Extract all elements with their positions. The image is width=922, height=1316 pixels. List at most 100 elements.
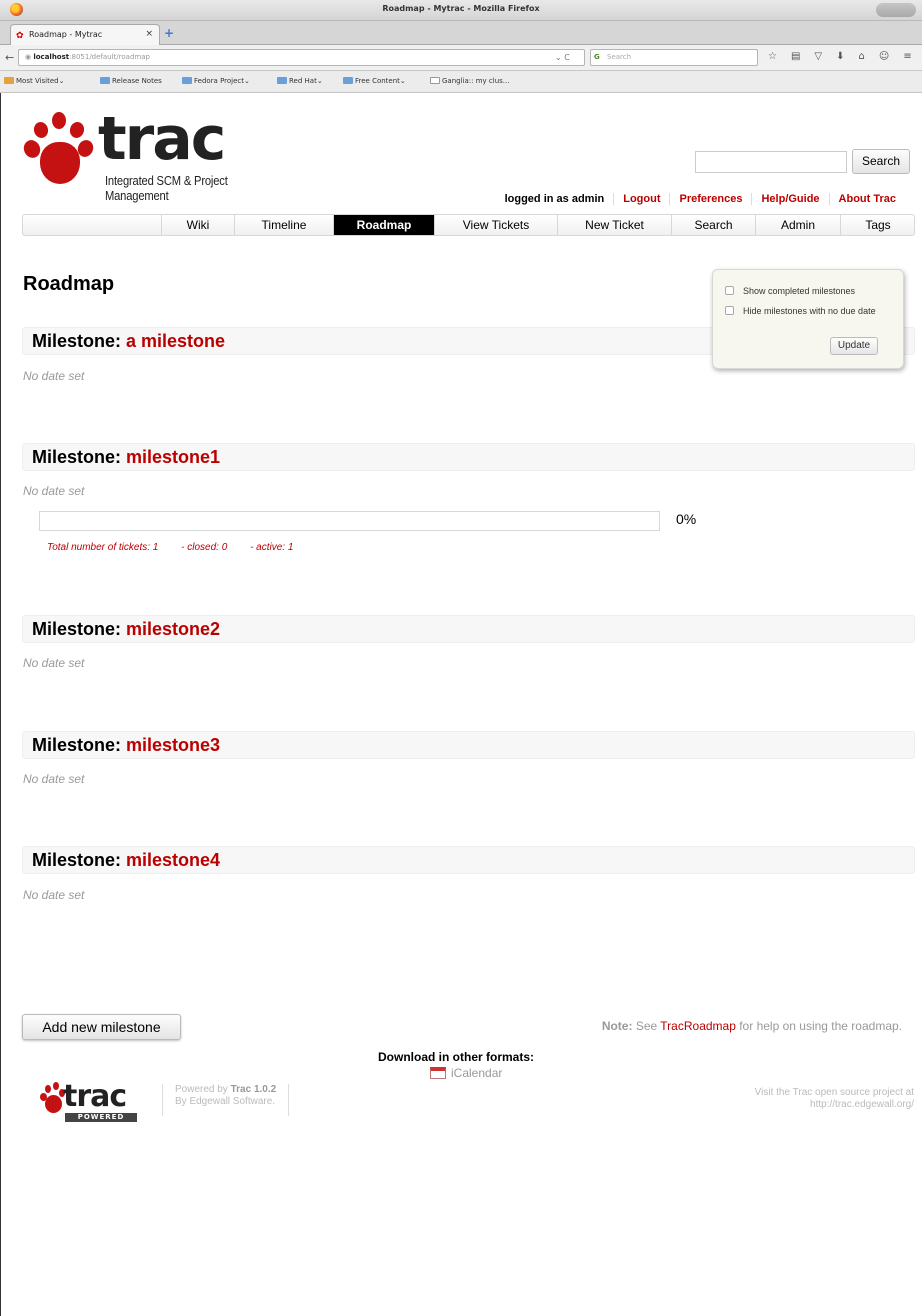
fedora-icon (100, 77, 110, 84)
tab-roadmap[interactable]: Roadmap (333, 215, 434, 235)
progress-percent: 0% (676, 511, 697, 527)
milestone-link[interactable]: milestone2 (126, 619, 220, 639)
menu-icon[interactable]: ≡ (903, 51, 911, 62)
milestone-header: Milestone: milestone3 (22, 731, 915, 759)
milestone-progress-bar[interactable] (39, 511, 660, 531)
help-note: Note: See TracRoadmap for help on using … (601, 1019, 902, 1033)
milestone-prefix: Milestone: (32, 735, 127, 755)
milestone-date: No date set (23, 484, 85, 498)
hide-no-due-option[interactable]: Hide milestones with no due date (725, 306, 876, 316)
milestone-date: No date set (23, 888, 85, 902)
logged-in-as: logged in as admin (504, 193, 605, 205)
browser-tab[interactable]: ✿ Roadmap - Mytrac × (10, 24, 160, 46)
back-arrow-icon[interactable]: ← (5, 51, 14, 64)
tab-admin[interactable]: Admin (755, 215, 840, 235)
roadmap-filters: Show completed milestones Hide milestone… (712, 269, 904, 369)
bookmark-ganglia[interactable]: Ganglia:: my clus... (430, 77, 509, 85)
milestone-date: No date set (23, 369, 85, 383)
trac-site-link[interactable]: http://trac.edgewall.org/ (755, 1099, 914, 1111)
main-nav: Wiki Timeline Roadmap View Tickets New T… (22, 214, 915, 236)
download-icon[interactable]: ⬇ (836, 51, 844, 62)
bookmark-red-hat[interactable]: Red Hat⌄ (277, 77, 323, 85)
milestone-header: Milestone: milestone1 (22, 443, 915, 471)
window-border (0, 93, 1, 1316)
paw-toe-icon (52, 112, 66, 129)
milestone-link[interactable]: a milestone (126, 331, 225, 351)
tab-tags[interactable]: Tags (840, 215, 915, 235)
hello-icon[interactable]: ☺ (879, 51, 889, 62)
url-bar[interactable]: ◉ localhost:8051/default/roadmap (18, 49, 585, 66)
search-button[interactable]: Search (852, 149, 910, 174)
tab-search[interactable]: Search (671, 215, 755, 235)
trac-roadmap-link[interactable]: TracRoadmap (660, 1019, 736, 1033)
folder-icon (182, 77, 192, 84)
reload-icon[interactable]: ⌄ C (555, 53, 570, 62)
trac-favicon-icon: ✿ (16, 30, 24, 40)
footer-logo-word: trac (63, 1079, 127, 1114)
footer-trac-logo[interactable]: trac POWERED (40, 1079, 140, 1125)
site-search-input[interactable] (695, 151, 847, 173)
show-completed-option[interactable]: Show completed milestones (725, 286, 855, 296)
milestone-prefix: Milestone: (32, 447, 127, 467)
tab-close-icon[interactable]: × (145, 29, 153, 39)
milestone-link[interactable]: milestone4 (126, 850, 220, 870)
logo-tagline: Integrated SCM & Project Management (105, 173, 228, 203)
tab-wiki[interactable]: Wiki (161, 215, 234, 235)
hide-no-due-label: Hide milestones with no due date (743, 306, 876, 316)
meta-nav: logged in as admin Logout Preferences He… (496, 193, 905, 205)
browser-search-placeholder: Search (607, 53, 632, 61)
paw-toe-icon (45, 1085, 51, 1093)
paw-toe-icon (53, 1082, 59, 1090)
icalendar-link[interactable]: iCalendar (430, 1066, 502, 1080)
home-icon[interactable]: ⌂ (859, 51, 865, 62)
edgewall-link[interactable]: By Edgewall Software. (175, 1096, 276, 1108)
add-new-milestone-button[interactable]: Add new milestone (22, 1014, 181, 1040)
logo-word: trac (98, 104, 226, 174)
bookmark-release-notes[interactable]: Release Notes (100, 77, 162, 85)
tab-new-ticket[interactable]: New Ticket (557, 215, 671, 235)
browser-tab-label: Roadmap - Mytrac (29, 30, 103, 39)
bookmark-free-content[interactable]: Free Content⌄ (343, 77, 406, 85)
show-completed-label: Show completed milestones (743, 286, 856, 296)
milestone-link[interactable]: milestone3 (126, 735, 220, 755)
bookmark-most-visited[interactable]: Most Visited⌄ (4, 77, 64, 85)
tab-view-tickets[interactable]: View Tickets (434, 215, 557, 235)
pocket-icon[interactable]: ▽ (814, 51, 822, 62)
bookmarks-toolbar: Most Visited⌄ Release Notes Fedora Proje… (0, 71, 922, 93)
show-completed-checkbox[interactable] (725, 286, 734, 295)
milestone-link[interactable]: milestone1 (126, 447, 220, 467)
bookmarks-list-icon[interactable]: ▤ (791, 51, 800, 62)
help-guide-link[interactable]: Help/Guide (751, 193, 828, 205)
active-tickets-link[interactable]: - active: 1 (250, 542, 293, 553)
milestone-header: Milestone: milestone4 (22, 846, 915, 874)
visit-trac: Visit the Trac open source project at ht… (754, 1087, 914, 1111)
note-prefix: Note: (601, 1019, 633, 1033)
paw-pad-icon (45, 1095, 62, 1113)
hide-no-due-checkbox[interactable] (725, 306, 734, 315)
preferences-link[interactable]: Preferences (669, 193, 751, 205)
update-button[interactable]: Update (830, 337, 878, 355)
trac-version-link[interactable]: Trac 1.0.2 (231, 1084, 277, 1095)
bookmark-fedora-project[interactable]: Fedora Project⌄ (182, 77, 250, 85)
new-tab-button[interactable]: + (164, 26, 174, 40)
folder-icon (343, 77, 353, 84)
powered-by: Powered by Trac 1.0.2 By Edgewall Softwa… (162, 1084, 290, 1116)
total-tickets-link[interactable]: Total number of tickets: 1 (47, 542, 158, 553)
about-trac-link[interactable]: About Trac (828, 193, 905, 205)
progress-legend: Total number of tickets: 1 - closed: 0 -… (47, 542, 313, 553)
browser-search-input[interactable]: G Search (590, 49, 758, 66)
calendar-icon (430, 1067, 446, 1079)
trac-page: trac Integrated SCM & Project Management… (0, 93, 922, 1316)
closed-tickets-link[interactable]: - closed: 0 (181, 542, 227, 553)
page-title: Roadmap (23, 273, 115, 295)
window-controls[interactable] (876, 3, 916, 17)
bookmark-star-icon[interactable]: ☆ (768, 51, 777, 62)
trac-logo[interactable]: trac Integrated SCM & Project Management (20, 104, 322, 203)
milestone-header: Milestone: milestone2 (22, 615, 915, 643)
milestone-date: No date set (23, 656, 85, 670)
browser-navbar: ← ◉ localhost:8051/default/roadmap ⌄ C G… (0, 45, 922, 71)
tab-timeline[interactable]: Timeline (234, 215, 333, 235)
logout-link[interactable]: Logout (613, 193, 669, 205)
milestone-prefix: Milestone: (32, 850, 127, 870)
folder-icon (4, 77, 14, 84)
